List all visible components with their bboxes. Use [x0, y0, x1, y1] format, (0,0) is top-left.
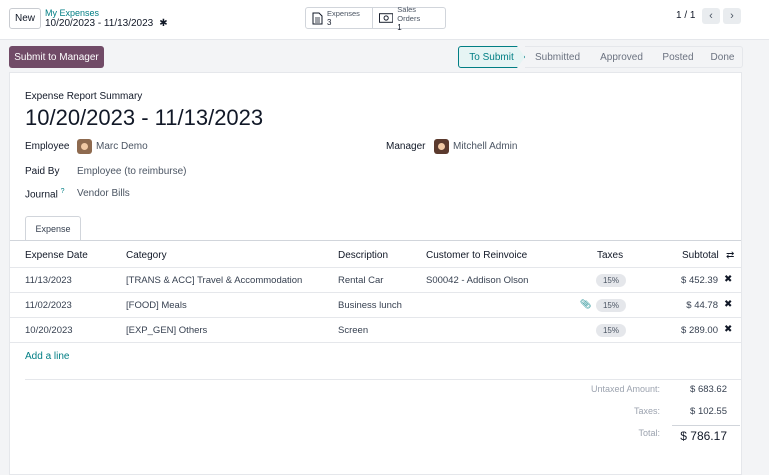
- column-header-subtotal[interactable]: Subtotal: [682, 250, 719, 261]
- delete-row-icon[interactable]: ✖: [724, 324, 732, 335]
- gear-icon[interactable]: ✱: [159, 18, 167, 29]
- pager-previous-button[interactable]: ‹: [702, 8, 720, 24]
- help-tooltip-icon[interactable]: ?: [61, 188, 65, 195]
- sales-orders-smart-label: Sales Orders: [397, 4, 421, 23]
- control-panel: New My Expenses 10/20/2023 - 11/13/2023 …: [0, 0, 769, 40]
- delete-row-icon[interactable]: ✖: [724, 274, 732, 285]
- column-header-customer[interactable]: Customer to Reinvoice: [426, 250, 527, 261]
- table-row[interactable]: 11/13/2023 [TRANS & ACC] Travel & Accomm…: [10, 268, 741, 293]
- status-approved[interactable]: Approved: [590, 46, 653, 68]
- manager-label: Manager: [386, 141, 426, 152]
- employee-label: Employee: [25, 141, 70, 152]
- report-title[interactable]: 10/20/2023 - 11/13/2023: [25, 105, 263, 131]
- total-value: $ 786.17: [680, 429, 727, 443]
- expenses-smart-label: Expenses: [327, 9, 360, 18]
- cell-category: [EXP_GEN] Others: [126, 325, 208, 336]
- avatar: [434, 139, 449, 154]
- total-label: Total:: [638, 428, 660, 438]
- optional-columns-toggle-icon[interactable]: ⇄: [726, 250, 734, 261]
- column-header-expense-date[interactable]: Expense Date: [25, 250, 88, 261]
- journal-label: Journal ?: [25, 188, 65, 200]
- chevron-right-icon: ›: [730, 10, 734, 22]
- journal-label-text: Journal: [25, 189, 58, 201]
- breadcrumb-parent-link[interactable]: My Expenses: [45, 8, 99, 18]
- breadcrumb-current: 10/20/2023 - 11/13/2023 ✱: [45, 18, 168, 29]
- new-button[interactable]: New: [9, 8, 41, 29]
- cell-category: [TRANS & ACC] Travel & Accommodation: [126, 275, 303, 286]
- status-submitted[interactable]: Submitted: [525, 46, 590, 68]
- untaxed-amount-value: $ 683.62: [690, 384, 727, 395]
- document-icon: [312, 12, 323, 24]
- cell-category: [FOOD] Meals: [126, 300, 187, 311]
- expenses-smart-count: 3: [327, 18, 332, 27]
- taxes-label: Taxes:: [633, 406, 660, 416]
- employee-value: Marc Demo: [96, 141, 148, 152]
- tax-badge: 15%: [596, 274, 626, 287]
- avatar: [77, 139, 92, 154]
- money-icon: [379, 13, 394, 23]
- submit-to-manager-button[interactable]: Submit to Manager: [9, 46, 104, 68]
- employee-field[interactable]: Marc Demo: [77, 139, 148, 154]
- cell-subtotal: $ 44.78: [686, 300, 718, 311]
- manager-field[interactable]: Mitchell Admin: [434, 139, 517, 154]
- form-sheet: Expense Report Summary 10/20/2023 - 11/1…: [9, 72, 742, 475]
- sales-orders-smart-count: 1: [397, 22, 402, 32]
- manager-value: Mitchell Admin: [453, 141, 518, 152]
- cell-subtotal: $ 452.39: [681, 275, 718, 286]
- column-header-category[interactable]: Category: [126, 250, 167, 261]
- table-row[interactable]: 11/02/2023 [FOOD] Meals Business lunch 📎…: [10, 293, 741, 318]
- tab-divider: [10, 240, 741, 241]
- tax-badge: 15%: [596, 324, 626, 337]
- summary-label: Expense Report Summary: [25, 91, 143, 102]
- cell-date: 10/20/2023: [25, 325, 73, 336]
- tax-badge: 15%: [596, 299, 626, 312]
- cell-customer: S00042 - Addison Olson: [426, 275, 529, 286]
- cell-description: Screen: [338, 325, 369, 336]
- sales-orders-smart-button[interactable]: Sales Orders 1: [373, 4, 446, 32]
- column-header-description[interactable]: Description: [338, 250, 388, 261]
- untaxed-amount-label: Untaxed Amount:: [590, 384, 660, 394]
- column-header-taxes[interactable]: Taxes: [597, 250, 623, 261]
- table-row[interactable]: 10/20/2023 [EXP_GEN] Others Screen 15% $…: [10, 318, 741, 343]
- cell-description: Business lunch: [338, 300, 402, 311]
- paperclip-icon[interactable]: 📎︎: [580, 299, 591, 310]
- status-done[interactable]: Done: [703, 46, 743, 68]
- status-to-submit[interactable]: To Submit: [458, 46, 525, 68]
- breadcrumb-current-label: 10/20/2023 - 11/13/2023: [45, 18, 154, 29]
- paid-by-label: Paid By: [25, 166, 60, 177]
- cell-date: 11/13/2023: [25, 275, 72, 286]
- journal-field[interactable]: Vendor Bills: [77, 188, 130, 199]
- paid-by-field[interactable]: Employee (to reimburse): [77, 166, 186, 177]
- pager-next-button[interactable]: ›: [723, 8, 741, 24]
- expenses-smart-button[interactable]: Expenses 3: [305, 7, 373, 29]
- table-header: Expense Date Category Description Custom…: [10, 242, 741, 268]
- delete-row-icon[interactable]: ✖: [724, 299, 732, 310]
- status-posted[interactable]: Posted: [653, 46, 703, 68]
- totals-divider: [25, 379, 741, 380]
- add-line-link[interactable]: Add a line: [25, 351, 69, 362]
- cell-date: 11/02/2023: [25, 300, 72, 311]
- status-bar: To Submit Submitted Approved Posted Done: [458, 46, 743, 68]
- cell-subtotal: $ 289.00: [681, 325, 718, 336]
- chevron-left-icon: ‹: [709, 10, 713, 22]
- tab-expense[interactable]: Expense: [25, 216, 81, 241]
- taxes-value: $ 102.55: [690, 406, 727, 417]
- cell-description: Rental Car: [338, 275, 384, 286]
- pager-value[interactable]: 1 / 1: [676, 10, 695, 21]
